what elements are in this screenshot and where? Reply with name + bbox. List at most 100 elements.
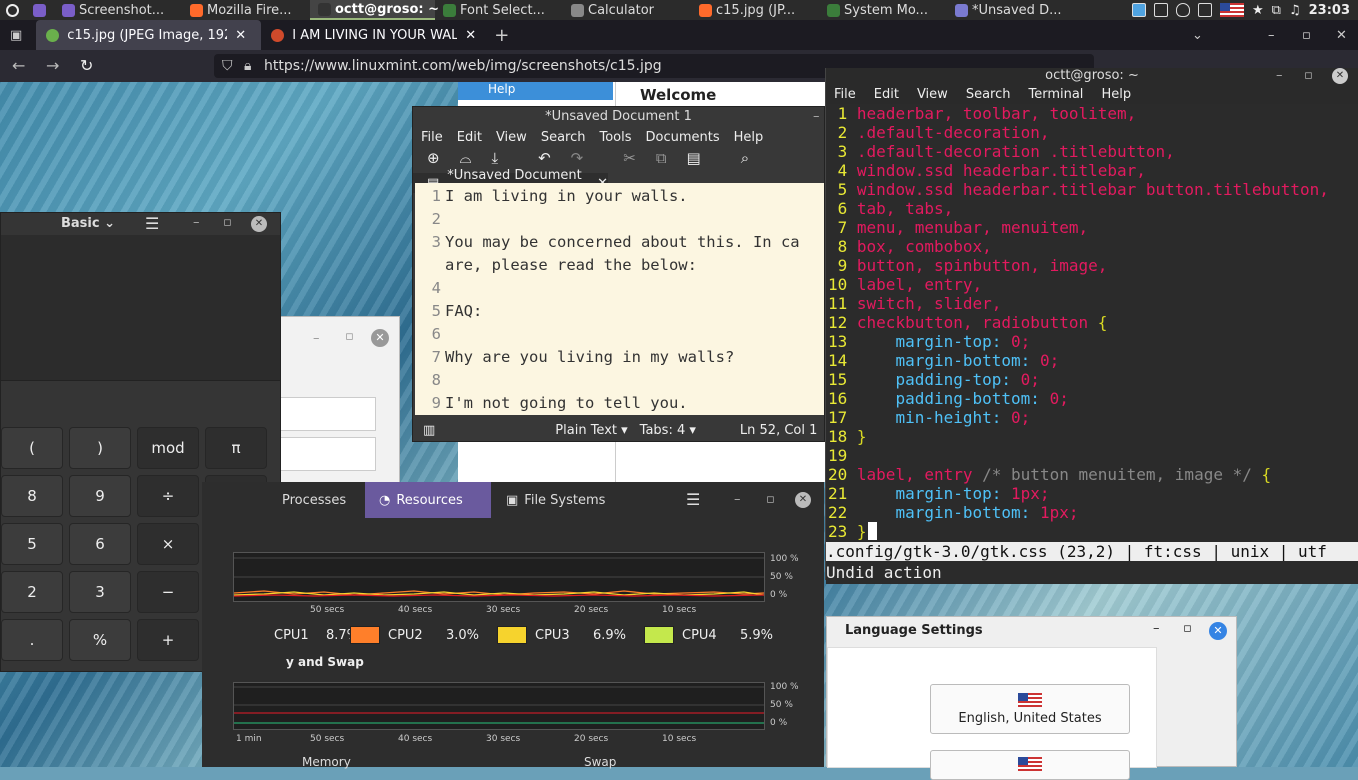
menu-item-file[interactable]: File xyxy=(834,87,856,102)
text-editor-area[interactable]: 1I am living in your walls. 2 3 You may be … xyxy=(415,183,824,415)
minimize-icon[interactable]: – xyxy=(1276,68,1283,83)
keyboard-icon[interactable] xyxy=(1198,3,1212,17)
key-button[interactable]: × xyxy=(137,523,199,565)
copy-icon[interactable]: ⧉ xyxy=(656,149,667,167)
taskbar-item[interactable]: Calculator xyxy=(563,0,691,20)
key-button[interactable]: 3 xyxy=(69,571,131,613)
menu-item-view[interactable]: View xyxy=(917,87,948,102)
key-button[interactable]: 9 xyxy=(69,475,131,517)
terminal-text-area[interactable]: .config/gtk-3.0/gtk.css (23,2) | ft:css … xyxy=(826,104,1358,584)
shield-icon[interactable] xyxy=(1176,3,1190,17)
tab-processes[interactable]: Processes xyxy=(268,482,360,518)
cpu-color-swatch[interactable] xyxy=(350,626,380,644)
close-icon[interactable]: ✕ xyxy=(1332,68,1348,84)
minimize-icon[interactable]: – xyxy=(734,492,741,507)
sound-icon[interactable]: ♫ xyxy=(1289,3,1301,18)
key-button[interactable]: 5 xyxy=(1,523,63,565)
menu-item-search[interactable]: Search xyxy=(966,87,1011,102)
sidepanel-icon[interactable]: ▥ xyxy=(423,423,435,438)
close-icon[interactable]: ✕ xyxy=(795,492,811,508)
shield-icon[interactable]: ⛉ xyxy=(222,58,233,74)
key-button[interactable]: π xyxy=(205,427,267,469)
key-button[interactable]: ) xyxy=(69,427,131,469)
cut-icon[interactable]: ✂ xyxy=(623,149,636,167)
search-icon[interactable]: ⌕ xyxy=(741,149,749,167)
taskbar-item[interactable]: System Mo... xyxy=(819,0,947,20)
region-button[interactable] xyxy=(930,750,1130,780)
tab-resources[interactable]: ◔ Resources xyxy=(365,482,491,518)
key-button[interactable]: ( xyxy=(1,427,63,469)
network-icon[interactable]: ⧉ xyxy=(1272,3,1281,18)
maximize-icon[interactable]: ▫ xyxy=(1304,68,1313,83)
show-desktop-button[interactable] xyxy=(25,0,54,20)
new-tab-button[interactable]: + xyxy=(494,25,509,46)
list-all-tabs-icon[interactable]: ⌄ xyxy=(1192,28,1203,43)
menu-item-view[interactable]: View xyxy=(496,130,527,145)
tab-list-icon[interactable]: ▣ xyxy=(10,28,22,43)
forward-icon[interactable]: → xyxy=(46,56,59,75)
key-button[interactable]: − xyxy=(137,571,199,613)
close-tab-icon[interactable]: ✕ xyxy=(235,28,246,43)
menu-button[interactable] xyxy=(0,0,25,20)
minimize-icon[interactable]: – xyxy=(1268,28,1275,43)
key-button[interactable]: 8 xyxy=(1,475,63,517)
key-button[interactable]: + xyxy=(137,619,199,661)
new-document-icon[interactable]: ⊕ xyxy=(427,149,440,167)
star-icon[interactable]: ★ xyxy=(1252,3,1264,18)
maximize-icon[interactable]: ▫ xyxy=(1183,621,1192,636)
menu-item-file[interactable]: File xyxy=(421,130,443,145)
close-icon[interactable]: ✕ xyxy=(1209,622,1227,640)
key-button[interactable]: ÷ xyxy=(137,475,199,517)
taskbar-item[interactable]: *Unsaved D... xyxy=(947,0,1075,20)
menu-icon[interactable]: ☰ xyxy=(145,214,159,233)
key-button[interactable]: . xyxy=(1,619,63,661)
clock[interactable]: 23:03 xyxy=(1309,3,1350,18)
tab-c15[interactable]: c15.jpg (JPEG Image, 1920 × ✕ xyxy=(36,20,262,50)
taskbar-item[interactable]: octt@groso: ~ xyxy=(310,0,439,20)
help-link[interactable]: Help xyxy=(458,82,613,100)
taskbar-item[interactable]: c15.jpg (JP... xyxy=(691,0,819,20)
taskbar-item[interactable]: Font Select... xyxy=(435,0,563,20)
redo-icon[interactable]: ↷ xyxy=(571,149,584,167)
close-icon[interactable]: ✕ xyxy=(251,216,267,232)
taskbar-item[interactable]: Mozilla Fire... xyxy=(182,0,310,20)
close-icon[interactable]: ✕ xyxy=(371,329,389,347)
update-icon[interactable] xyxy=(1132,3,1146,17)
key-button[interactable]: mod xyxy=(137,427,199,469)
key-button[interactable]: % xyxy=(69,619,131,661)
minimize-icon[interactable]: – xyxy=(313,331,320,346)
key-button[interactable]: 2 xyxy=(1,571,63,613)
menu-item-help[interactable]: Help xyxy=(1101,87,1131,102)
open-icon[interactable]: ⌓ xyxy=(460,149,472,167)
cpu-color-swatch[interactable] xyxy=(644,626,674,644)
language-selector[interactable]: Plain Text ▾ xyxy=(555,423,627,438)
undo-icon[interactable]: ↶ xyxy=(538,149,551,167)
language-button[interactable]: English, United States xyxy=(930,684,1130,734)
cpu-color-swatch[interactable] xyxy=(497,626,527,644)
minimize-icon[interactable]: – xyxy=(813,109,820,124)
paste-icon[interactable]: ▤ xyxy=(687,149,701,167)
maximize-icon[interactable]: ▫ xyxy=(1302,28,1311,43)
menu-item-help[interactable]: Help xyxy=(734,130,764,145)
tab-filesystems[interactable]: ▣ File Systems xyxy=(492,482,619,518)
maximize-icon[interactable]: ▫ xyxy=(345,329,354,344)
menu-icon[interactable]: ☰ xyxy=(686,490,700,509)
tab-walls[interactable]: I AM LIVING IN YOUR WALLS ✕ xyxy=(261,20,486,50)
menu-item-search[interactable]: Search xyxy=(541,130,586,145)
mode-selector[interactable]: Basic ⌄ xyxy=(61,216,115,231)
minimize-icon[interactable]: – xyxy=(1153,621,1160,636)
menu-item-terminal[interactable]: Terminal xyxy=(1028,87,1083,102)
taskbar-item[interactable]: Screenshot... xyxy=(54,0,182,20)
maximize-icon[interactable]: ▫ xyxy=(766,492,775,507)
save-icon[interactable]: ⤓ xyxy=(491,149,498,167)
menu-item-documents[interactable]: Documents xyxy=(646,130,720,145)
key-button[interactable]: 6 xyxy=(69,523,131,565)
close-icon[interactable]: ✕ xyxy=(1336,28,1347,43)
back-icon[interactable]: ← xyxy=(12,56,25,75)
menu-item-tools[interactable]: Tools xyxy=(599,130,631,145)
menu-item-edit[interactable]: Edit xyxy=(457,130,482,145)
clipboard-icon[interactable] xyxy=(1154,3,1168,17)
maximize-icon[interactable]: ▫ xyxy=(223,215,232,230)
minimize-icon[interactable]: – xyxy=(193,215,200,230)
menu-item-edit[interactable]: Edit xyxy=(874,87,899,102)
